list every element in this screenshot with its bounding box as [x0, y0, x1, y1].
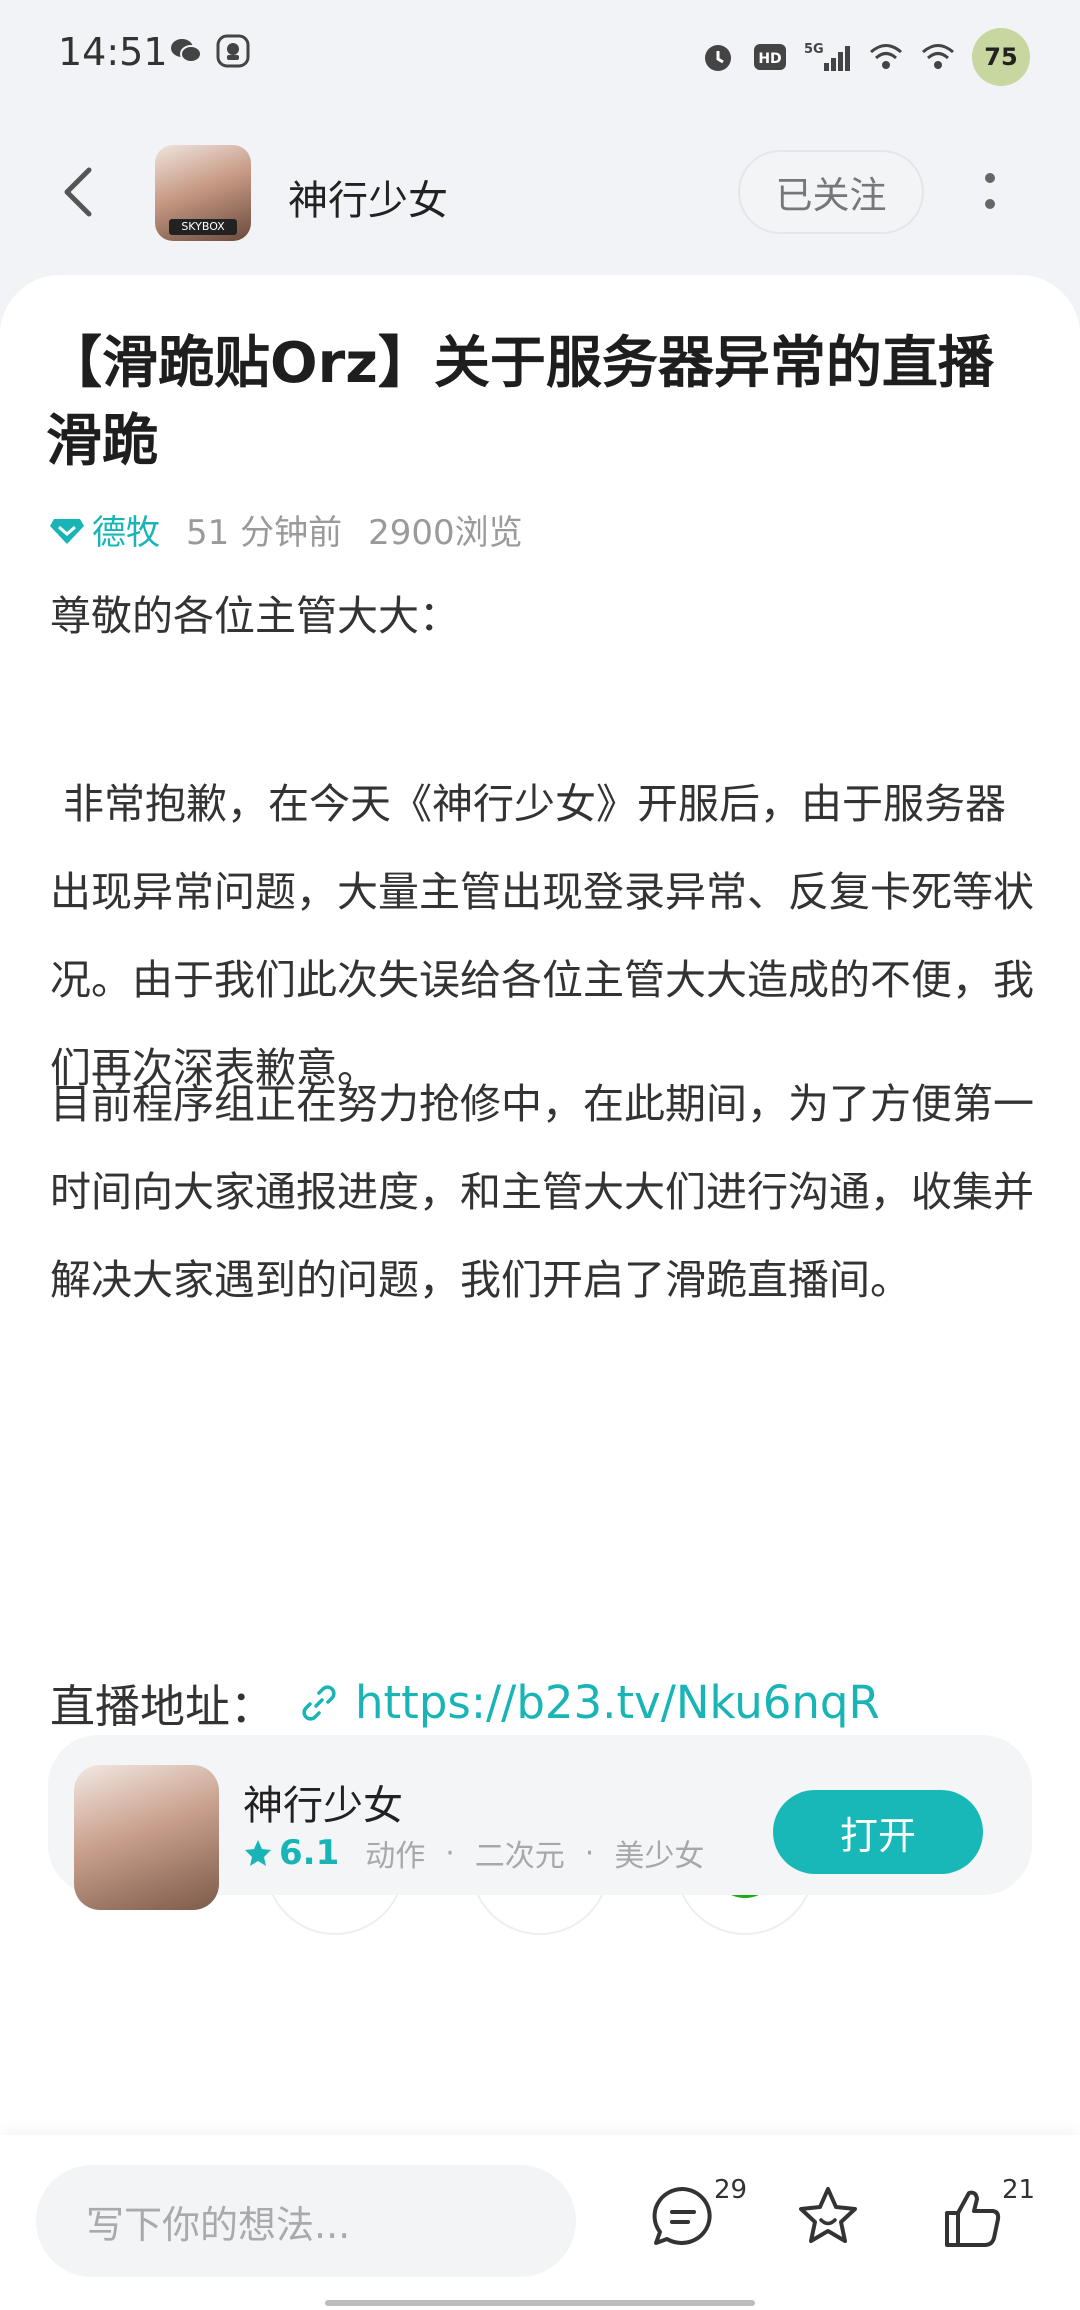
post-detail-screen: 14:51 HD 5G 75 SKYBOX 神行少女 已关注 【滑跪贴Orz】关…	[0, 0, 1080, 2310]
wifi-icon	[922, 44, 954, 69]
alarm-icon	[705, 45, 731, 71]
more-options-icon[interactable]	[975, 160, 1005, 224]
link-icon	[302, 1684, 336, 1721]
game-name: 神行少女	[243, 1783, 403, 1829]
svg-text:5G: 5G	[804, 42, 824, 57]
tag-separator: ·	[584, 1835, 595, 1871]
game-card[interactable]: 神行少女 6.1 动作 · 二次元 · 美少女 打开	[48, 1735, 1032, 1910]
app-icon	[216, 34, 250, 68]
post-author[interactable]: 德牧	[92, 505, 160, 554]
game-meta: 6.1 动作 · 二次元 · 美少女	[243, 1831, 704, 1875]
live-link-url[interactable]: https://b23.tv/Nku6nqR	[355, 1676, 880, 1729]
svg-text:HD: HD	[758, 51, 781, 67]
game-tag: 美少女	[614, 1839, 705, 1874]
game-tag: 动作	[365, 1839, 426, 1874]
status-time: 14:51	[58, 30, 168, 74]
top-nav-bar: SKYBOX 神行少女 已关注	[0, 130, 1080, 260]
thumbs-up-icon[interactable]	[937, 2183, 1007, 2253]
status-icons: HD 5G 75	[700, 28, 1030, 86]
home-indicator[interactable]	[325, 2300, 755, 2306]
rating-star-icon	[245, 1840, 271, 1866]
post-title: 【滑跪贴Orz】关于服务器异常的直播滑跪	[46, 331, 994, 474]
bottom-action-bar: 写下你的想法... 29 21	[0, 2135, 1080, 2310]
comment-count: 29	[714, 2175, 748, 2205]
hd-icon: HD	[754, 44, 786, 70]
game-icon	[74, 1765, 219, 1910]
battery-indicator: 75	[972, 28, 1030, 86]
post-paragraph: 尊敬的各位主管大大：	[50, 592, 460, 640]
avatar-tag: SKYBOX	[169, 219, 237, 235]
back-icon[interactable]	[55, 162, 105, 222]
live-link-row: 直播地址： https://b23.tv/Nku6nqR	[50, 1670, 880, 1735]
game-rating: 6.1	[279, 1833, 340, 1873]
wifi-plus-icon	[870, 44, 902, 69]
post-paragraph: 目前程序组正在努力抢修中，在此期间，为了方便第一时间向大家通报进度，和主管大大们…	[50, 1080, 1034, 1304]
5g-signal-icon: 5G	[804, 42, 850, 71]
channel-avatar[interactable]: SKYBOX	[155, 145, 251, 241]
like-count: 21	[1002, 2175, 1036, 2205]
open-game-button[interactable]: 打开	[773, 1790, 983, 1874]
live-link-label: 直播地址：	[50, 1680, 276, 1733]
follow-button[interactable]: 已关注	[738, 150, 924, 234]
game-tag: 二次元	[474, 1839, 565, 1874]
post-time: 51 分钟前	[186, 513, 343, 553]
diamond-icon	[50, 518, 84, 544]
channel-name[interactable]: 神行少女	[288, 168, 448, 226]
post-meta: 德牧 51 分钟前 2900浏览	[50, 505, 523, 554]
tag-separator: ·	[445, 1835, 455, 1871]
favorite-icon[interactable]	[793, 2183, 863, 2253]
status-bar: 14:51 HD 5G 75	[0, 0, 1080, 110]
battery-level: 75	[984, 43, 1018, 71]
wechat-icon	[171, 39, 202, 63]
comment-icon[interactable]	[648, 2183, 718, 2253]
post-views: 2900浏览	[368, 513, 523, 553]
comment-input[interactable]: 写下你的想法...	[36, 2165, 576, 2277]
